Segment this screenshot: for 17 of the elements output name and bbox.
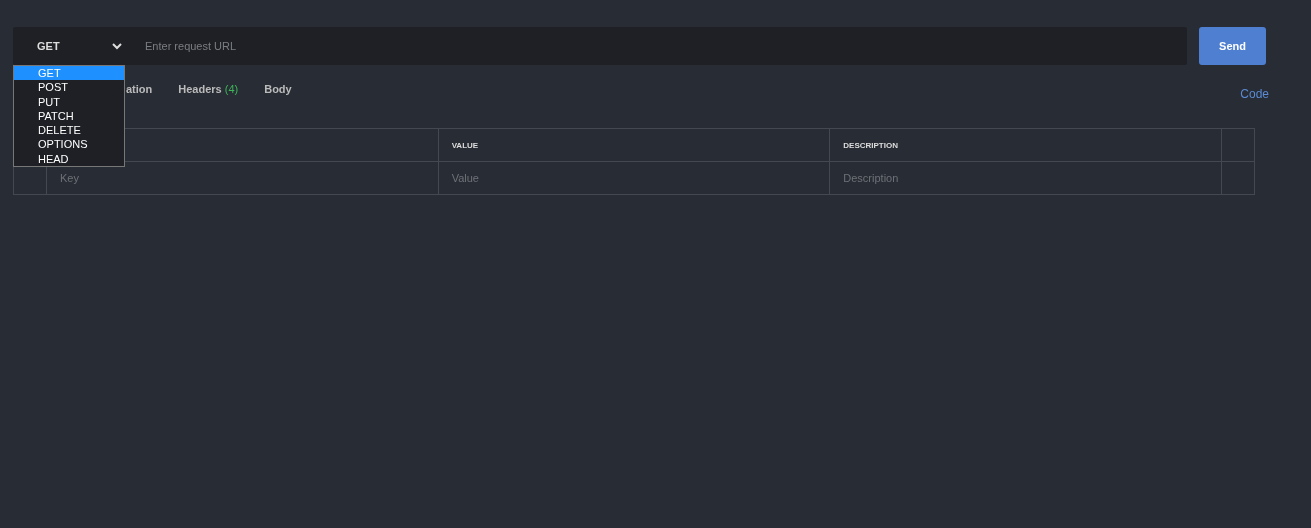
tab[interactable]: ation	[126, 83, 153, 95]
table-cell	[1221, 161, 1255, 195]
method-select[interactable]: GET	[13, 27, 130, 65]
tab[interactable]: Headers (4)	[178, 83, 239, 95]
menu-item[interactable]: PUT	[14, 94, 124, 109]
table-header	[1221, 128, 1255, 162]
send-button[interactable]: Send	[1199, 27, 1266, 65]
tab[interactable]: Body	[264, 83, 292, 95]
menu-item[interactable]: DELETE	[14, 123, 124, 138]
menu-item[interactable]: OPTIONS	[14, 137, 124, 152]
column-header: DESCRIPTION	[829, 128, 1222, 162]
code-link[interactable]: Code	[1240, 86, 1269, 101]
column-header: VALUE	[438, 128, 830, 162]
url-field[interactable]: Enter request URL	[130, 27, 1187, 65]
chevron-down-icon	[112, 42, 122, 50]
menu-item[interactable]: PATCH	[14, 108, 124, 124]
menu-item[interactable]: POST	[14, 80, 124, 95]
